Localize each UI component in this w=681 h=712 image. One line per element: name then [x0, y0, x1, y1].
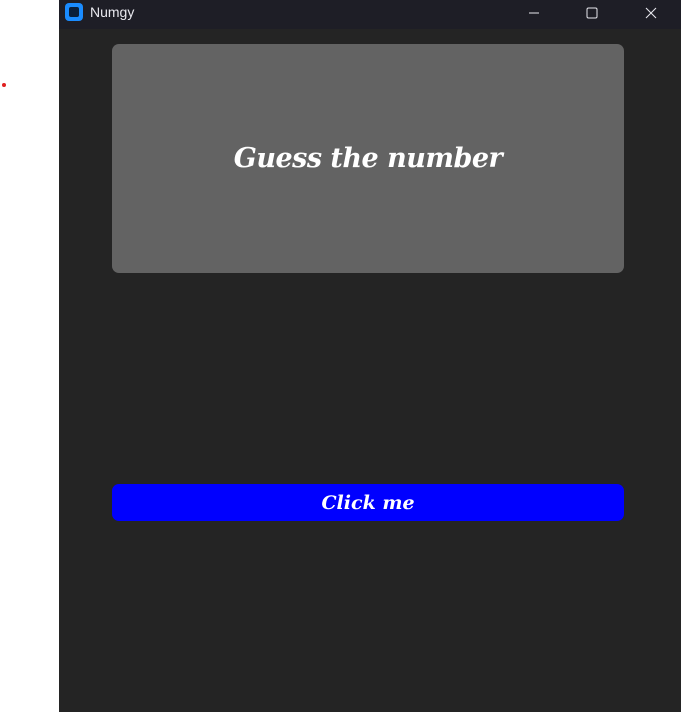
title-bar[interactable]: Numgy	[59, 0, 681, 29]
maximize-button[interactable]	[563, 0, 621, 26]
close-icon	[645, 7, 657, 19]
desktop-background	[0, 0, 59, 712]
window-title: Numgy	[90, 4, 135, 20]
minimize-icon	[529, 12, 539, 14]
minimize-button[interactable]	[505, 0, 563, 26]
app-icon	[65, 3, 83, 21]
maximize-icon	[586, 7, 598, 19]
close-button[interactable]	[622, 0, 680, 26]
page-title: Guess the number	[233, 143, 503, 174]
cursor-dot	[2, 83, 6, 87]
title-card: Guess the number	[112, 44, 624, 273]
app-window: Numgy Guess the number Click me	[59, 0, 681, 712]
click-me-button[interactable]: Click me	[112, 484, 624, 521]
